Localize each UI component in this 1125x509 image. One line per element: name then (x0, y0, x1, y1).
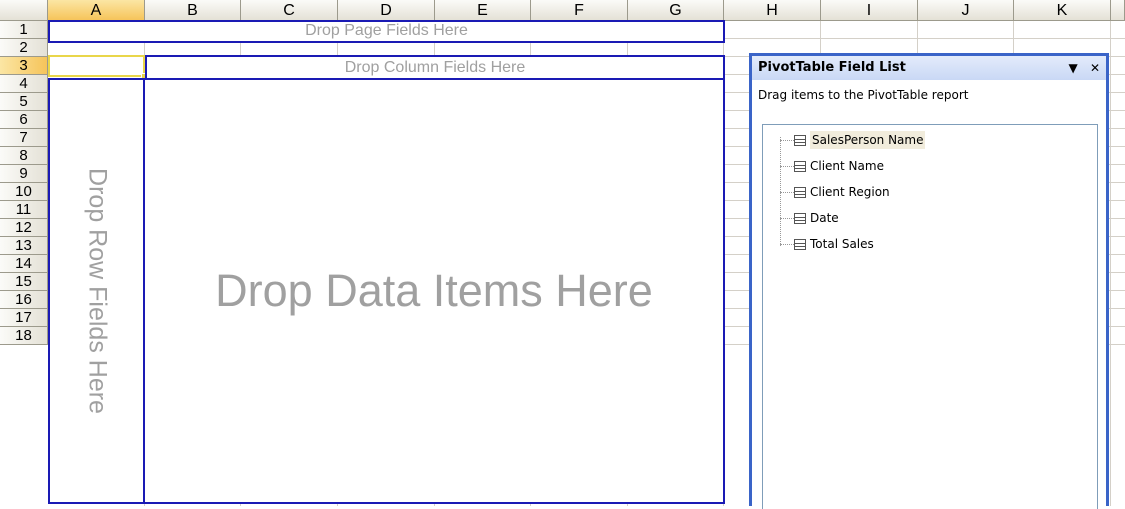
row-header-7[interactable]: 7 (0, 129, 48, 147)
column-header-a[interactable]: A (48, 0, 145, 21)
row-header-9[interactable]: 9 (0, 165, 48, 183)
field-item[interactable]: Client Name (780, 155, 884, 177)
panel-instruction: Drag items to the PivotTable report (758, 88, 969, 102)
column-header-k[interactable]: K (1014, 0, 1111, 21)
data-items-drop-text: Drop Data Items Here (215, 265, 653, 316)
row-header-15[interactable]: 15 (0, 273, 48, 291)
field-list-box[interactable]: SalesPerson Name Client Name Client Region… (762, 124, 1098, 509)
column-header-h[interactable]: H (724, 0, 821, 21)
column-header-b[interactable]: B (145, 0, 241, 21)
column-header-f[interactable]: F (531, 0, 628, 21)
field-item[interactable]: SalesPerson Name (780, 129, 926, 151)
field-item[interactable]: Client Region (780, 181, 890, 203)
close-icon[interactable]: ✕ (1090, 61, 1100, 75)
tree-connector-dash (780, 218, 794, 219)
field-icon (794, 187, 806, 198)
row-header-4[interactable]: 4 (0, 75, 48, 93)
field-icon (794, 135, 806, 146)
spreadsheet-grid[interactable]: ABCDEFGHIJK 1 2 3 4 5 6 7 8 9 10 11 12 13 14 15 16 17 18 … (0, 0, 1125, 509)
field-label: Client Region (810, 185, 890, 199)
row-header-14[interactable]: 14 (0, 255, 48, 273)
row-header-8[interactable]: 8 (0, 147, 48, 165)
row-header-11[interactable]: 11 (0, 201, 48, 219)
row-header-3[interactable]: 3 (0, 57, 48, 75)
column-header-partial (1111, 0, 1125, 21)
field-item[interactable]: Total Sales (780, 233, 874, 255)
column-header-d[interactable]: D (338, 0, 435, 21)
gridline-vertical (1110, 21, 1111, 506)
field-item[interactable]: Date (780, 207, 839, 229)
column-header-e[interactable]: E (435, 0, 531, 21)
data-items-drop-zone[interactable]: Drop Data Items Here (143, 78, 725, 504)
page-fields-drop-zone[interactable]: Drop Page Fields Here (48, 20, 725, 43)
field-label: Client Name (810, 159, 884, 173)
column-fields-drop-text: Drop Column Fields Here (344, 59, 526, 76)
row-header-18[interactable]: 18 (0, 327, 48, 345)
row-header-16[interactable]: 16 (0, 291, 48, 309)
field-label: Total Sales (810, 237, 874, 251)
row-header-17[interactable]: 17 (0, 309, 48, 327)
select-all-corner[interactable] (0, 0, 48, 21)
row-fields-drop-text: Drop Row Fields Here (83, 168, 111, 414)
row-header-2[interactable]: 2 (0, 39, 48, 57)
field-label: SalesPerson Name (810, 131, 926, 149)
tree-connector-dash (780, 244, 794, 245)
field-icon (794, 213, 806, 224)
row-fields-drop-zone[interactable]: Drop Row Fields Here (48, 78, 145, 504)
panel-title: PivotTable Field List (758, 60, 906, 75)
page-fields-drop-text: Drop Page Fields Here (305, 22, 468, 39)
column-header-i[interactable]: I (821, 0, 918, 21)
pivottable-field-list-panel[interactable]: PivotTable Field List ▼ ✕ Drag items to … (749, 53, 1109, 509)
panel-controls: ▼ ✕ (1061, 56, 1100, 80)
row-header-5[interactable]: 5 (0, 93, 48, 111)
field-icon (794, 239, 806, 250)
column-header-j[interactable]: J (918, 0, 1014, 21)
row-header-6[interactable]: 6 (0, 111, 48, 129)
column-header-g[interactable]: G (628, 0, 724, 21)
tree-connector-dash (780, 192, 794, 193)
active-cell-a3[interactable] (48, 55, 145, 77)
row-header-10[interactable]: 10 (0, 183, 48, 201)
row-header-13[interactable]: 13 (0, 237, 48, 255)
row-header-12[interactable]: 12 (0, 219, 48, 237)
field-label: Date (810, 211, 839, 225)
tree-connector-dash (780, 166, 794, 167)
dropdown-triangle-icon[interactable]: ▼ (1069, 61, 1078, 75)
row-header-1[interactable]: 1 (0, 21, 48, 39)
field-icon (794, 161, 806, 172)
tree-connector-dash (780, 140, 794, 141)
column-header-c[interactable]: C (241, 0, 338, 21)
panel-title-bar[interactable]: PivotTable Field List ▼ ✕ (752, 56, 1106, 80)
